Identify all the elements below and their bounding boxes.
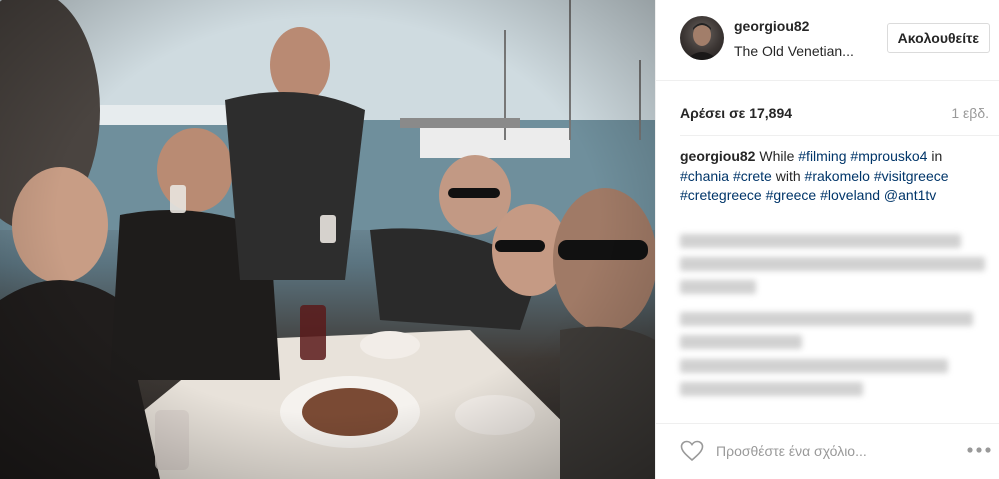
location-link[interactable]: The Old Venetian...: [734, 43, 854, 59]
following-button[interactable]: Ακολουθείτε: [886, 23, 990, 53]
blurred-comment-line: [680, 359, 949, 373]
instagram-post: georgiou82 The Old Venetian... Ακολουθεί…: [0, 0, 999, 479]
avatar-image: [686, 23, 718, 60]
blurred-comment-line: [680, 335, 802, 349]
caption-text-segment: While: [759, 148, 799, 164]
post-caption: georgiou82 While #filming #mprousko4 in …: [680, 147, 980, 206]
blurred-comments: [680, 234, 985, 405]
blurred-comment-line: [680, 234, 961, 248]
caption-hashtag-link[interactable]: #mprousko4: [850, 148, 927, 164]
comment-input[interactable]: [716, 438, 941, 464]
caption-hashtag-link[interactable]: #greece: [766, 187, 817, 203]
caption-hashtag-link[interactable]: @ant1tv: [884, 187, 936, 203]
caption-hashtag-link[interactable]: #crete: [733, 168, 772, 184]
divider: [680, 135, 999, 136]
post-sidebar: georgiou82 The Old Venetian... Ακολουθεί…: [655, 0, 999, 479]
post-time[interactable]: 1 εβδ.: [951, 105, 989, 121]
caption-text-segment: in: [927, 148, 943, 164]
post-photo[interactable]: [0, 0, 655, 479]
caption-text-segment: with: [771, 167, 805, 184]
heart-icon[interactable]: [680, 440, 704, 462]
username[interactable]: georgiou82: [734, 18, 809, 34]
more-options-icon[interactable]: [966, 446, 992, 454]
blurred-comment-line: [680, 257, 985, 271]
caption-hashtag-link[interactable]: #filming: [798, 148, 846, 164]
caption-hashtag-link[interactable]: #visitgreece: [874, 168, 949, 184]
post-footer: [656, 423, 999, 479]
likes-row: Αρέσει σε 17,894 1 εβδ.: [680, 97, 989, 133]
post-header: georgiou82 The Old Venetian... Ακολουθεί…: [656, 0, 999, 81]
caption-hashtag-link[interactable]: #rakomelo: [805, 168, 870, 184]
photo-illustration: [0, 0, 655, 479]
caption-hashtag-link[interactable]: #loveland: [820, 187, 880, 203]
blurred-comment-line: [680, 312, 973, 326]
caption-hashtag-link[interactable]: #cretegreece: [680, 187, 762, 203]
blurred-comment-line: [680, 280, 757, 294]
caption-hashtag-link[interactable]: #chania: [680, 168, 729, 184]
blurred-comment-line: [680, 382, 863, 396]
avatar[interactable]: [680, 16, 724, 60]
caption-username[interactable]: georgiou82: [680, 148, 755, 164]
likes-count[interactable]: Αρέσει σε 17,894: [680, 105, 792, 121]
